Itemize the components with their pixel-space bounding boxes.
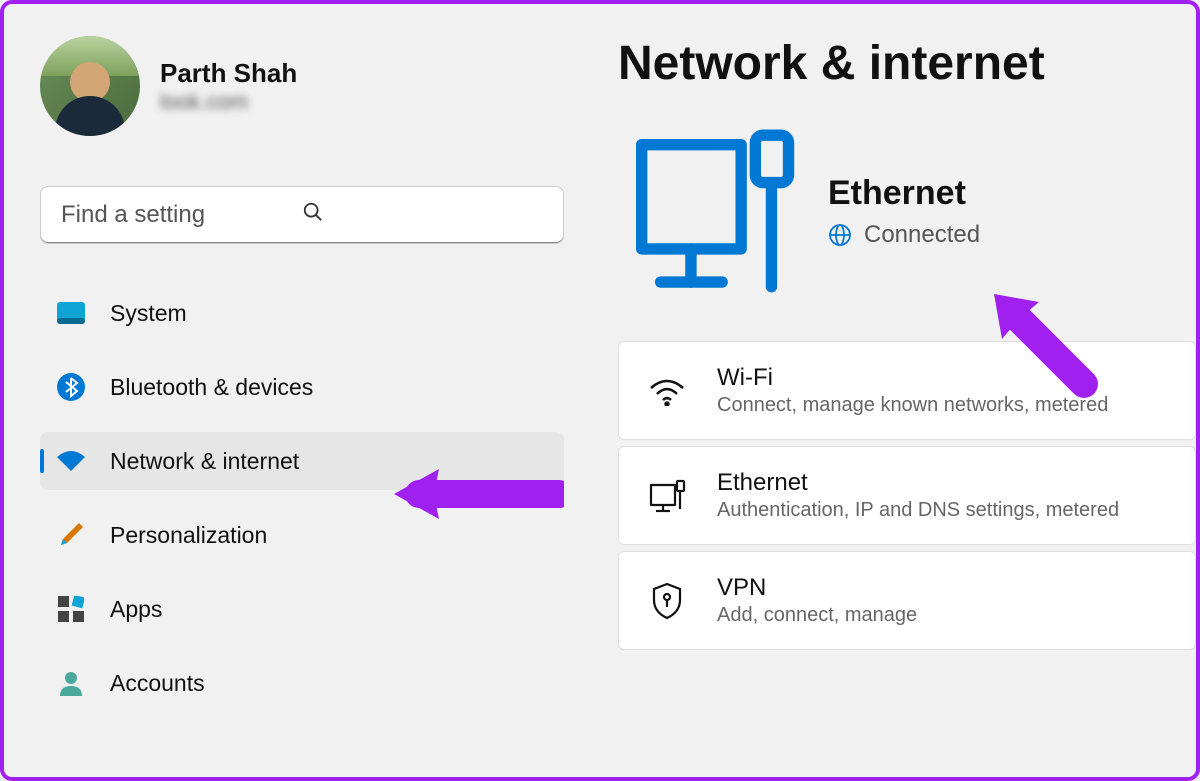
nav-list: System Bluetooth & devices Network & int…: [40, 284, 564, 712]
nav-label: Accounts: [110, 670, 205, 697]
network-status-block[interactable]: Ethernet Connected: [618, 121, 1196, 301]
shield-key-icon: [647, 581, 687, 621]
profile-email: look.com: [160, 89, 297, 115]
status-title: Ethernet: [828, 174, 980, 213]
nav-label: System: [110, 300, 187, 327]
profile-name: Parth Shah: [160, 58, 297, 89]
page-title: Network & internet: [618, 36, 1196, 91]
ethernet-icon: [647, 476, 687, 516]
wifi-icon: [56, 446, 86, 476]
wifi-icon: [647, 371, 687, 411]
globe-icon: [828, 223, 852, 247]
nav-label: Apps: [110, 596, 162, 623]
bluetooth-icon: [56, 372, 86, 402]
sidebar-item-personalization[interactable]: Personalization: [40, 506, 564, 564]
card-title: VPN: [717, 574, 917, 602]
nav-label: Personalization: [110, 522, 267, 549]
search-placeholder: Find a setting: [61, 201, 302, 229]
card-wifi[interactable]: Wi-Fi Connect, manage known networks, me…: [618, 341, 1196, 440]
sidebar-item-system[interactable]: System: [40, 284, 564, 342]
person-icon: [56, 668, 86, 698]
card-title: Wi-Fi: [717, 364, 1108, 392]
main-content: Network & internet Ethernet Connected: [584, 4, 1196, 777]
search-input[interactable]: Find a setting: [40, 186, 564, 244]
nav-label: Network & internet: [110, 448, 299, 475]
profile-block[interactable]: Parth Shah look.com: [40, 36, 564, 136]
status-subtitle: Connected: [864, 221, 980, 249]
card-subtitle: Add, connect, manage: [717, 604, 917, 627]
apps-icon: [56, 594, 86, 624]
nav-label: Bluetooth & devices: [110, 374, 313, 401]
card-vpn[interactable]: VPN Add, connect, manage: [618, 551, 1196, 650]
paintbrush-icon: [56, 520, 86, 550]
card-subtitle: Connect, manage known networks, metered: [717, 394, 1108, 417]
search-icon: [302, 201, 543, 229]
sidebar-item-bluetooth[interactable]: Bluetooth & devices: [40, 358, 564, 416]
sidebar: Parth Shah look.com Find a setting Syste…: [4, 4, 584, 777]
sidebar-item-apps[interactable]: Apps: [40, 580, 564, 638]
sidebar-item-accounts[interactable]: Accounts: [40, 654, 564, 712]
card-ethernet[interactable]: Ethernet Authentication, IP and DNS sett…: [618, 446, 1196, 545]
ethernet-large-icon: [618, 121, 798, 301]
card-subtitle: Authentication, IP and DNS settings, met…: [717, 499, 1119, 522]
profile-info: Parth Shah look.com: [160, 58, 297, 115]
card-title: Ethernet: [717, 469, 1119, 497]
avatar: [40, 36, 140, 136]
sidebar-item-network[interactable]: Network & internet: [40, 432, 564, 490]
system-icon: [56, 298, 86, 328]
settings-cards: Wi-Fi Connect, manage known networks, me…: [618, 341, 1196, 650]
